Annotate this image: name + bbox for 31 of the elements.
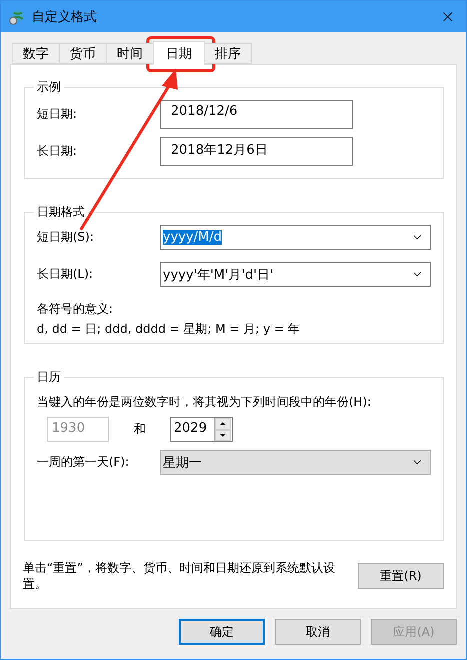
field-label: 长日期: [37,143,78,160]
field-label: 一周的第一天(F): [37,454,130,471]
and-label: 和 [134,421,147,438]
format-dropdown[interactable]: yyyy'年'M'月'd'日' [160,262,431,287]
group-title: 日历 [36,369,62,386]
reset-note: 单击“重置”，将数字、货币、时间和日期还原到系统默认设置。 [23,560,336,592]
legend-title: 各符号的意义: [37,301,114,318]
format-dropdown[interactable]: yyyy/M/d [160,225,431,250]
spin-down-icon[interactable] [215,430,231,441]
tab[interactable]: 时间 [106,43,154,64]
field-label: 长日期(L): [37,266,94,283]
tab[interactable]: 日期 [153,41,205,65]
tab[interactable]: 排序 [204,43,252,64]
field-label: 短日期(S): [37,229,96,246]
legend-text: d, dd = 日; ddd, dddd = 星期; M = 月; y = 年 [37,321,302,338]
example-field: 2018年12月6日 [160,137,353,166]
calendar-description: 当键入的年份是两位数字时，将其视为下列时间段中的年份(H): [37,394,372,411]
example-field: 2018/12/6 [160,100,353,129]
tab[interactable]: 数字 [12,43,60,64]
dialog-button[interactable]: 确定 [179,619,265,645]
year-spinner[interactable]: 2029 [170,417,233,442]
group-title: 示例 [36,79,62,96]
reset-button[interactable]: 重置(R) [358,563,444,590]
dialog-button[interactable]: 取消 [275,619,361,645]
spin-up-icon[interactable] [215,418,231,430]
tab[interactable]: 货币 [59,43,107,64]
group-title: 日期格式 [36,204,86,221]
highlight-frame [146,36,216,72]
field-label: 短日期: [37,106,78,123]
weekday-dropdown[interactable]: 星期一 [160,450,431,475]
window-title: 自定义格式 [32,8,98,26]
